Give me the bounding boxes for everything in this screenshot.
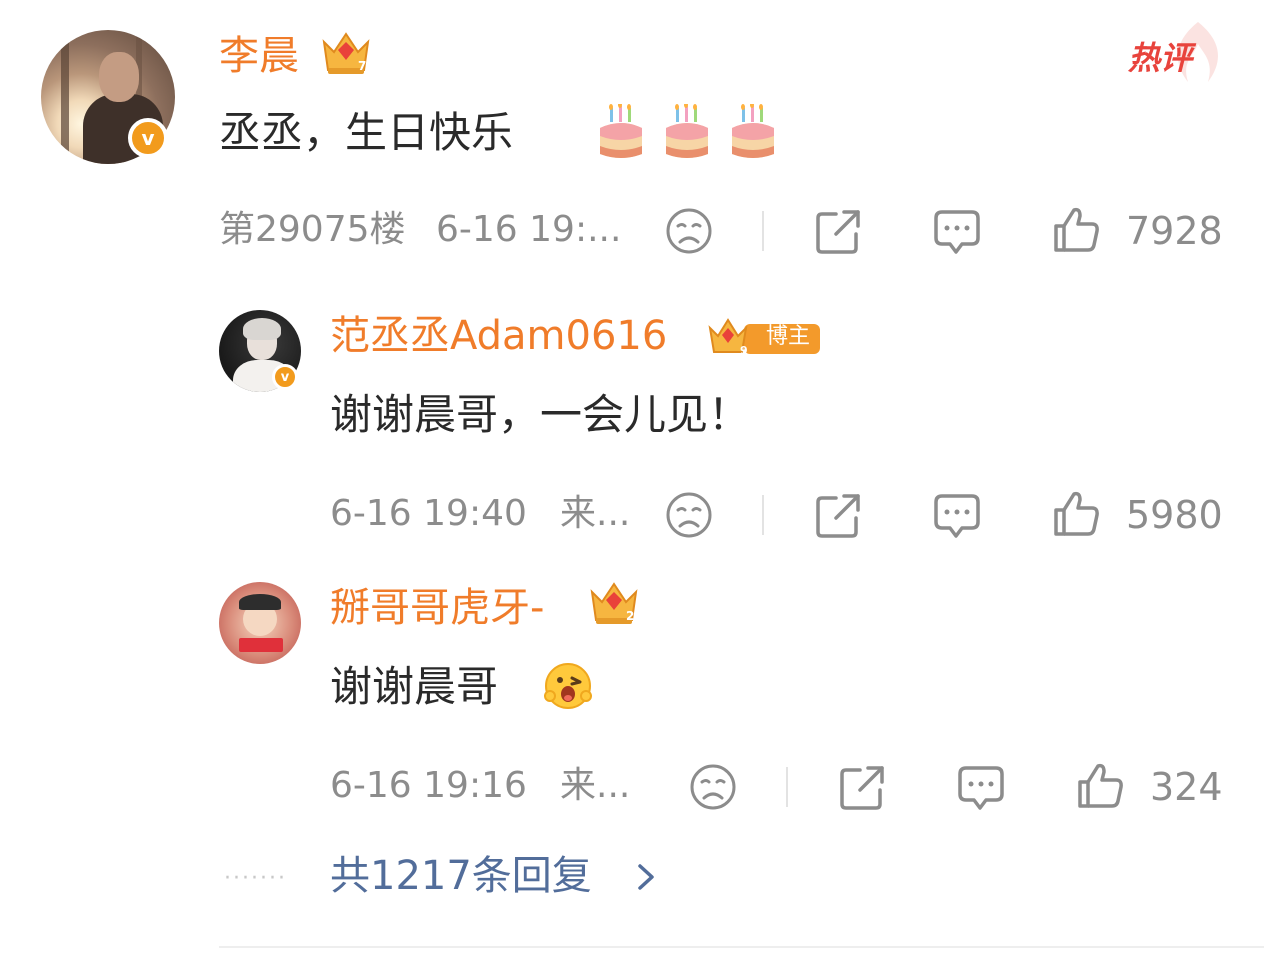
like-count: 7928 <box>1126 209 1223 253</box>
cake-emoji <box>728 104 778 162</box>
hot-comment-badge: 热评 <box>1128 22 1219 82</box>
source: 来... <box>560 765 631 806</box>
comment-icon[interactable] <box>956 762 1006 812</box>
like-icon[interactable] <box>1076 760 1126 810</box>
blogger-badge: 博主 <box>766 324 811 349</box>
timestamp: 6-16 19:... <box>436 209 622 250</box>
timestamp: 6-16 19:16 <box>330 765 527 806</box>
cake-emoji <box>662 104 712 162</box>
divider <box>786 767 788 807</box>
share-icon[interactable] <box>814 206 864 256</box>
divider <box>762 211 764 251</box>
like-count: 324 <box>1150 765 1223 809</box>
timestamp: 6-16 19:40 <box>330 493 527 534</box>
dislike-icon[interactable] <box>688 762 738 812</box>
source: 来... <box>560 493 631 534</box>
share-icon[interactable] <box>814 490 864 540</box>
dislike-icon[interactable] <box>664 490 714 540</box>
divider-dots: ······· <box>224 866 287 891</box>
username[interactable]: 掰哥哥虎牙- <box>330 588 544 628</box>
comment-text: 丞丞，生日快乐 <box>219 108 514 157</box>
divider <box>219 946 1264 948</box>
crown-badge-icon[interactable]: 2 <box>588 578 640 628</box>
svg-text:9: 9 <box>740 344 748 357</box>
comment-text: 谢谢晨哥，一会儿见！ <box>330 390 751 439</box>
comment-text: 谢谢晨哥 <box>330 662 499 711</box>
username[interactable]: 范丞丞Adam0616 <box>330 316 667 356</box>
like-count: 5980 <box>1126 493 1223 537</box>
chevron-right-icon[interactable] <box>634 860 658 894</box>
comment-icon[interactable] <box>932 490 982 540</box>
more-replies-link[interactable]: 共1217条回复 <box>330 856 592 896</box>
username[interactable]: 李晨 <box>219 36 299 76</box>
svg-text:7: 7 <box>358 59 366 73</box>
crown-badge-icon[interactable]: 7 <box>320 28 372 78</box>
avatar[interactable] <box>219 582 301 664</box>
dislike-icon[interactable] <box>664 206 714 256</box>
verified-icon: v <box>128 118 168 158</box>
svg-text:2: 2 <box>626 609 634 623</box>
like-icon[interactable] <box>1052 204 1102 254</box>
floor-number: 第29075楼 <box>219 209 406 250</box>
share-icon[interactable] <box>838 762 888 812</box>
cake-emoji <box>596 104 646 162</box>
comment-icon[interactable] <box>932 206 982 256</box>
verified-icon: v <box>272 364 298 390</box>
like-icon[interactable] <box>1052 488 1102 538</box>
laughing-face-emoji <box>542 660 594 712</box>
divider <box>762 495 764 535</box>
